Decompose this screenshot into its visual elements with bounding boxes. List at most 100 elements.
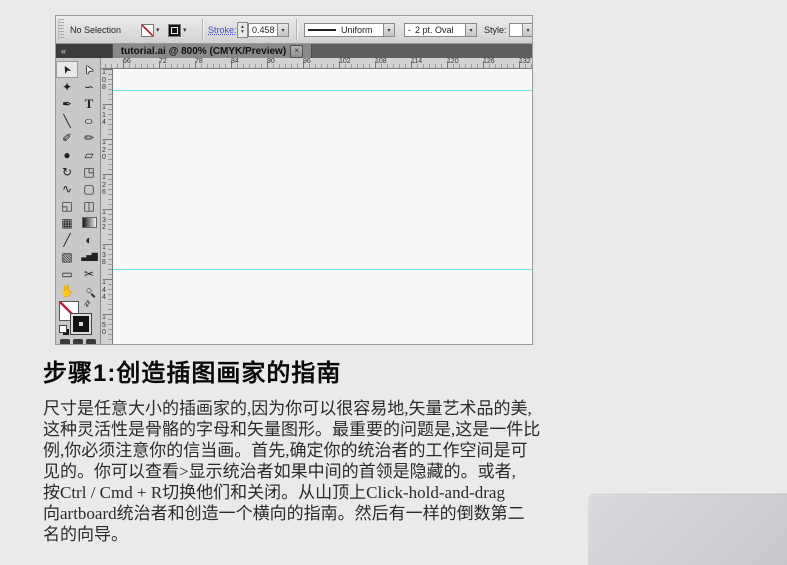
horizontal-guide [113,90,532,91]
chevron-down-icon[interactable]: ▾ [183,26,187,34]
brush-definition-dropdown[interactable]: - 2 pt. Oval ▾ [404,16,477,44]
symbol-sprayer-tool[interactable]: ▧ [56,248,78,265]
width-tool[interactable]: ∿ [56,180,78,197]
paintbrush-tool[interactable]: ✐ [56,129,78,146]
blob-brush-tool[interactable]: ● [56,146,78,163]
tool-icon: ✒ [61,96,73,111]
chevron-down-icon: ▾ [469,27,473,34]
width-profile-dropdown[interactable]: Uniform ▾ [304,16,395,44]
gradient-tool[interactable] [78,214,100,231]
ruler-number: 108 [375,58,387,65]
pencil-tool[interactable]: ✏ [78,129,100,146]
eyedropper-tool[interactable]: ╱ [56,231,78,248]
tool-icon: ▢ [83,181,95,196]
artboard-tool[interactable]: ▭ [56,265,78,282]
mesh-tool[interactable]: ▦ [56,214,78,231]
tool-icon: ✐ [61,130,73,145]
step-heading: 步骤1:创造插图画家的指南 [43,360,342,387]
rotate-tool[interactable]: ↻ [56,163,78,180]
tool-icon: ╱ [63,232,71,247]
stroke-weight-stepper[interactable]: ▲ ▼ [237,16,248,44]
none-button[interactable] [86,339,96,344]
stroke-weight-field[interactable]: 0.458 ▾ [248,16,289,44]
slice-tool[interactable]: ✂ [78,265,100,282]
tool-icon: ▧ [61,249,73,264]
tool-icon: ✦ [61,79,73,94]
type-tool[interactable]: T [78,95,100,112]
column-graph-tool[interactable]: ▃▅▇ [78,248,100,265]
body-text-line: 按Ctrl / Cmd + R切换他们和关闭。从山顶上Click-hold-an… [43,483,505,502]
pen-tool[interactable]: ✒ [56,95,78,112]
canvas[interactable] [113,69,532,344]
ruler-number: 114 [102,104,106,126]
ruler-number: 144 [102,279,106,301]
color-button[interactable] [60,339,70,344]
graphic-style-dropdown[interactable]: ▾ [509,16,532,44]
hand-tool[interactable]: ✋ [56,282,78,299]
chevron-down-icon: ▾ [387,27,391,34]
body-text-line: 向artboard统治者和创造一个横向的指南。然后有一样的倒数第二 [43,504,525,523]
ruler-number: 66 [123,58,131,65]
selection-tool[interactable]: ➤ [56,61,78,78]
ruler-number: 84 [231,58,239,65]
lasso-tool[interactable]: ∽ [78,78,100,95]
ruler-number: 132 [519,58,531,65]
black-stroke-icon [168,23,181,37]
tool-grid: ➤ ➤ ✦ ∽ ✒ T ╲ ○ ✐ ✏ ● ▱ ↻ ◳ ∿ ▢ ◱ ◫ ▦ ╱ ◐ ▧ ▃▅▇ ▭ ✂ ✋ ○ [56,58,100,299]
blend-tool[interactable]: ◐ [78,231,100,248]
style-label: Style: [484,25,507,35]
stroke-weight-value: 0.458 [252,25,275,35]
direct-selection-tool[interactable]: ➤ [78,61,100,78]
none-fill-icon [141,23,154,37]
close-tab-button[interactable]: × [290,44,304,58]
tool-icon: ▱ [84,147,94,162]
control-bar: No Selection ▾ ▾ Stroke: ▲ ▼ 0.458 ▾ Uni… [56,16,532,44]
stroke-color-swatch[interactable]: ▾ [168,16,187,44]
width-profile-dropdown-button[interactable]: ▾ [384,23,395,37]
free-transform-tool[interactable]: ▢ [78,180,100,197]
tool-icon: ✂ [83,266,95,281]
magic-wand-tool[interactable]: ✦ [56,78,78,95]
horizontal-ruler[interactable]: 66 72 78 84 90 96 102 108 114 120 126 132 [101,58,532,69]
body-text-line: 名的向导。 [43,525,128,544]
stroke-panel-link[interactable]: Stroke: [208,16,237,44]
tool-icon: ∿ [61,181,73,196]
scale-tool[interactable]: ◳ [78,163,100,180]
tool-icon: ↻ [61,164,73,179]
panel-grip-handle[interactable] [58,19,64,40]
page: No Selection ▾ ▾ Stroke: ▲ ▼ 0.458 ▾ Uni… [0,0,787,565]
tool-icon: ➤ [81,62,97,77]
shape-builder-tool[interactable]: ◱ [56,197,78,214]
tool-icon: ✏ [83,130,95,145]
ellipse-tool[interactable]: ○ [78,112,100,129]
selection-status-label: No Selection [70,25,122,35]
illustrator-screenshot: No Selection ▾ ▾ Stroke: ▲ ▼ 0.458 ▾ Uni… [55,15,533,345]
double-chevron-icon: « [61,46,67,56]
tool-icon: ╲ [63,113,71,128]
tool-icon: ◐ [85,232,93,247]
zoom-tool[interactable]: ○ [78,282,100,299]
stepper-down-icon[interactable]: ▼ [240,30,245,35]
brush-dropdown-button[interactable]: ▾ [466,23,477,37]
ruler-number: 150 [102,314,106,336]
tool-icon: ▃▅▇ [81,252,98,261]
ruler-number: 126 [102,174,106,196]
vertical-ruler[interactable]: 108 114 120 126 132 138 144 150 [101,69,113,344]
line-segment-tool[interactable]: ╲ [56,112,78,129]
style-dropdown-button[interactable]: ▾ [523,23,532,37]
perspective-grid-tool[interactable]: ◫ [78,197,100,214]
color-mode-buttons [60,339,96,344]
width-profile-value: Uniform [341,25,373,35]
fill-color-swatch[interactable]: ▾ [141,16,160,44]
chevron-down-icon[interactable]: ▾ [156,26,160,34]
eraser-tool[interactable]: ▱ [78,146,100,163]
swap-fill-stroke-icon[interactable]: ⇄ [82,298,93,309]
gradient-button[interactable] [73,339,83,344]
stroke-weight-dropdown-button[interactable]: ▾ [278,23,289,37]
body-text-line: 尺寸是任意大小的插画家的,因为你可以很容易地,矢量艺术品的美, [43,399,532,418]
collapse-panels-button[interactable]: « [56,44,112,58]
next-image-corner [587,492,787,565]
stroke-swatch-black-icon[interactable] [70,313,92,335]
document-tab[interactable]: tutorial.ai @ 800% (CMYK/Preview) × [112,44,312,58]
tool-icon: ○ [85,284,93,297]
